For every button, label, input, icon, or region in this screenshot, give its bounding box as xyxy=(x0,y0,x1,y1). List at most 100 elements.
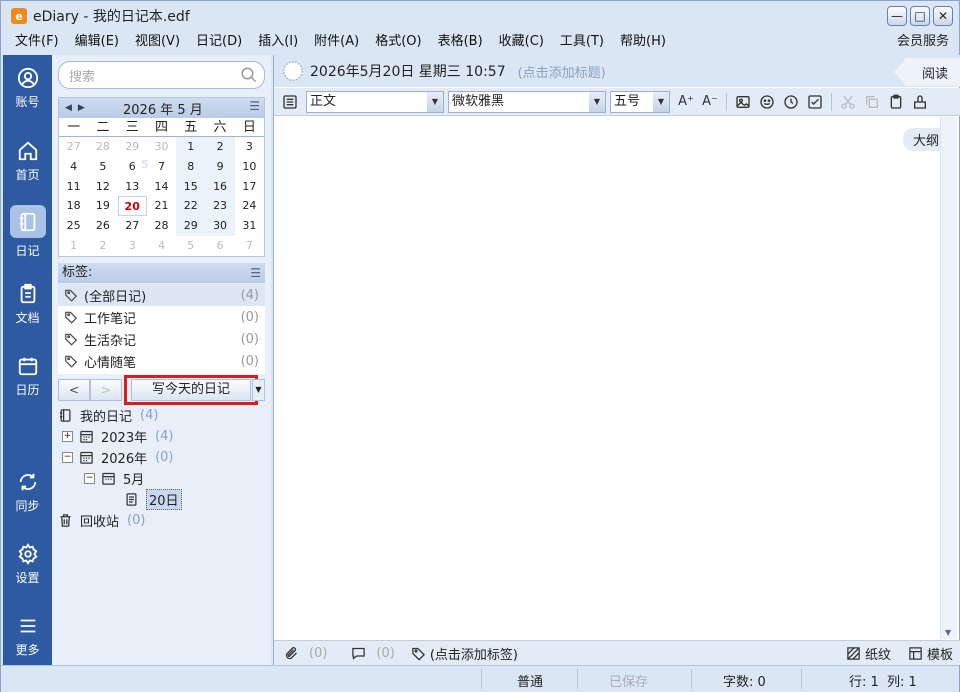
read-mode-button[interactable]: 阅读 xyxy=(894,58,960,86)
calendar-day[interactable]: 30 xyxy=(205,216,235,236)
calendar-day[interactable]: 1 xyxy=(176,137,206,157)
tree-root[interactable]: 我的日记 (4) xyxy=(58,405,265,426)
write-today-button[interactable]: 写今天的日记 xyxy=(131,379,251,401)
minimize-button[interactable]: — xyxy=(887,6,907,26)
tree-year-2026[interactable]: − 2026年 (0) xyxy=(58,447,265,468)
calendar-day[interactable]: 4 xyxy=(147,236,176,256)
tree-year-2023[interactable]: + 2023年 (4) xyxy=(58,426,265,447)
calendar-day[interactable]: 12 xyxy=(88,177,117,197)
calendar-day[interactable]: 5 xyxy=(88,157,117,177)
calendar-day[interactable]: 25 xyxy=(59,216,88,236)
calendar-day[interactable]: 6 xyxy=(205,236,234,256)
scroll-down-icon[interactable]: ▼ xyxy=(945,628,951,637)
calendar-day[interactable]: 14 xyxy=(147,177,176,197)
tree-month-5[interactable]: − 5月 xyxy=(58,468,265,489)
menu-format[interactable]: 格式(O) xyxy=(367,31,429,53)
nav-settings[interactable]: 设置 xyxy=(3,535,52,591)
calendar-day[interactable]: 9 xyxy=(205,156,235,177)
calendar-day[interactable]: 29 xyxy=(176,216,206,236)
title-placeholder[interactable]: (点击添加标题) xyxy=(518,62,606,81)
menu-view[interactable]: 视图(V) xyxy=(127,31,188,53)
calendar-day[interactable]: 23 xyxy=(205,196,235,217)
search-input[interactable]: 搜索 xyxy=(58,61,265,89)
cut-icon[interactable] xyxy=(836,90,860,114)
calendar-day[interactable]: 10 xyxy=(235,157,264,177)
checkbox-icon[interactable] xyxy=(803,90,827,114)
calendar-day[interactable]: 5 xyxy=(176,236,205,256)
calendar-day[interactable]: 19 xyxy=(88,196,117,216)
calendar-day[interactable]: 28 xyxy=(147,216,176,236)
tag-item-all[interactable]: (全部日记) (4) xyxy=(58,284,265,306)
calendar-day[interactable]: 18 xyxy=(59,196,88,216)
font-size-select[interactable]: 五号 ▼ xyxy=(610,90,670,113)
style-select[interactable]: 正文 ▼ xyxy=(306,90,444,113)
menu-help[interactable]: 帮助(H) xyxy=(612,31,674,53)
expand-icon[interactable]: + xyxy=(62,431,73,442)
calendar-day[interactable]: 27 xyxy=(59,137,88,157)
vertical-scrollbar[interactable]: ▼ xyxy=(940,117,957,639)
font-increase-icon[interactable]: A⁺ xyxy=(674,90,698,114)
calendar-day[interactable]: 3 xyxy=(235,137,264,157)
tree-trash[interactable]: 回收站 (0) xyxy=(58,510,265,531)
calendar-day[interactable]: 27 xyxy=(118,216,147,236)
image-icon[interactable] xyxy=(731,90,755,114)
collapse-icon[interactable]: − xyxy=(62,452,73,463)
copy-icon[interactable] xyxy=(860,90,884,114)
calendar-day[interactable]: 17 xyxy=(235,177,264,197)
tag-item-mood[interactable]: 心情随笔 (0) xyxy=(58,350,265,372)
calendar-day[interactable]: 13 xyxy=(118,177,147,197)
clock-icon[interactable] xyxy=(779,90,803,114)
nav-sync[interactable]: 同步 xyxy=(3,463,52,519)
calendar-day[interactable]: 28 xyxy=(88,137,117,157)
calendar-day[interactable]: 22 xyxy=(176,196,206,217)
format-painter-icon[interactable] xyxy=(908,90,932,114)
member-service-link[interactable]: 会员服务 xyxy=(897,31,949,53)
tag-icon[interactable] xyxy=(411,646,426,661)
calendar-month-label[interactable]: 2026 年 5 月 xyxy=(123,99,203,118)
calendar-day[interactable]: 3 xyxy=(118,236,147,256)
menu-edit[interactable]: 编辑(E) xyxy=(67,31,127,53)
calendar-day[interactable]: 6 xyxy=(118,157,147,177)
calendar-day[interactable]: 20 xyxy=(117,196,147,217)
nav-documents[interactable]: 文档 xyxy=(3,275,52,331)
comment-icon[interactable] xyxy=(351,646,366,661)
calendar-day[interactable]: 30 xyxy=(147,137,176,157)
calendar-prev-month-icon[interactable]: ◀ xyxy=(65,103,72,113)
tag-item-work[interactable]: 工作笔记 (0) xyxy=(58,306,265,328)
calendar-day[interactable]: 7 xyxy=(235,236,264,256)
nav-account[interactable]: 账号 xyxy=(3,59,52,115)
nav-diary[interactable]: 日记 xyxy=(3,203,52,259)
calendar-day[interactable]: 2 xyxy=(205,137,235,157)
font-decrease-icon[interactable]: A⁻ xyxy=(698,90,722,114)
tag-placeholder[interactable]: (点击添加标签) xyxy=(430,644,518,663)
calendar-day[interactable]: 4 xyxy=(59,157,88,177)
menu-favorites[interactable]: 收藏(C) xyxy=(491,31,552,53)
menu-table[interactable]: 表格(B) xyxy=(430,31,491,53)
nav-home[interactable]: 首页 xyxy=(3,132,52,188)
collapse-icon[interactable]: − xyxy=(84,473,95,484)
menu-diary[interactable]: 日记(D) xyxy=(188,31,250,53)
calendar-day[interactable]: 2 xyxy=(88,236,117,256)
paste-icon[interactable] xyxy=(884,90,908,114)
paper-texture-button[interactable]: 纸纹 xyxy=(846,644,891,663)
write-dropdown-button[interactable]: ▼ xyxy=(252,379,265,401)
calendar-day[interactable]: 26 xyxy=(88,216,117,236)
close-button[interactable]: ✕ xyxy=(933,6,953,26)
weather-icon[interactable] xyxy=(282,60,304,82)
template-button[interactable]: 模板 xyxy=(908,644,953,663)
calendar-day[interactable]: 31 xyxy=(235,216,264,236)
calendar-menu-icon[interactable]: ☰ xyxy=(249,99,260,113)
nav-more[interactable]: 更多 xyxy=(3,607,52,663)
attachment-icon[interactable] xyxy=(284,646,299,661)
prev-diary-button[interactable]: < xyxy=(58,379,90,401)
tags-menu-icon[interactable]: ☰ xyxy=(250,263,261,283)
calendar-day[interactable]: 11 xyxy=(59,177,88,197)
menu-tools[interactable]: 工具(T) xyxy=(552,31,612,53)
calendar-day[interactable]: 29 xyxy=(118,137,147,157)
emoji-icon[interactable] xyxy=(755,90,779,114)
next-diary-button[interactable]: > xyxy=(90,379,122,401)
calendar-day[interactable]: 15 xyxy=(176,176,206,197)
tag-item-life[interactable]: 生活杂记 (0) xyxy=(58,328,265,350)
paragraph-icon[interactable] xyxy=(278,90,302,114)
calendar-next-month-icon[interactable]: ▶ xyxy=(78,103,85,113)
